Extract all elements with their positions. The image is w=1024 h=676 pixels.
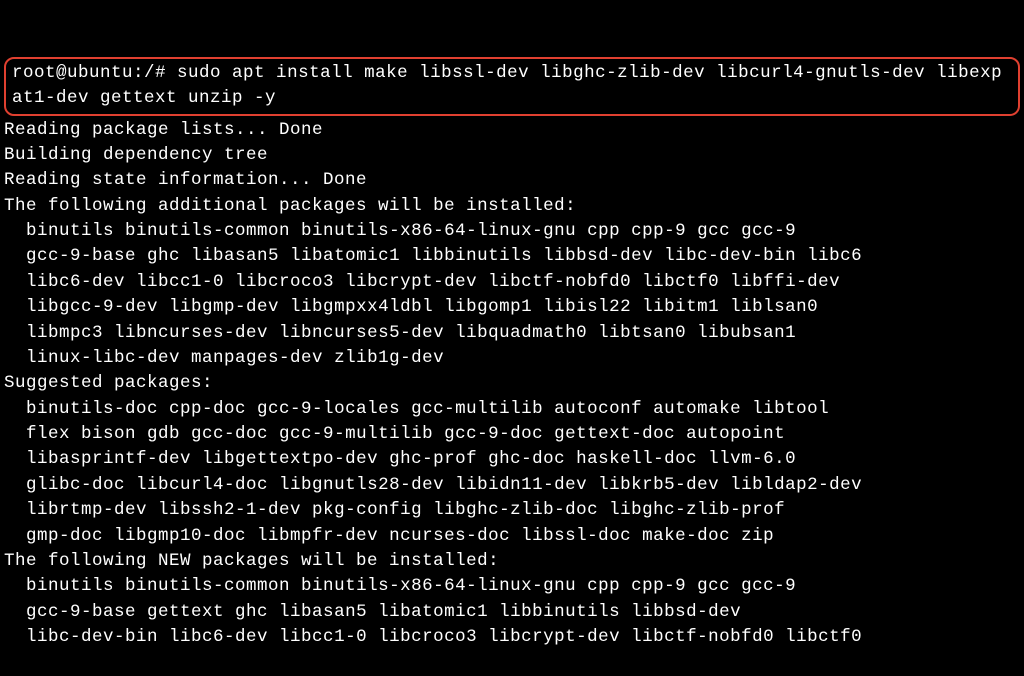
output-line: gcc-9-base ghc libasan5 libatomic1 libbi…: [4, 244, 1020, 269]
output-line: binutils binutils-common binutils-x86-64…: [4, 219, 1020, 244]
output-line: gmp-doc libgmp10-doc libmpfr-dev ncurses…: [4, 524, 1020, 549]
output-line: binutils-doc cpp-doc gcc-9-locales gcc-m…: [4, 397, 1020, 422]
output-line: libc-dev-bin libc6-dev libcc1-0 libcroco…: [4, 625, 1020, 650]
terminal-window[interactable]: root@ubuntu:/# sudo apt install make lib…: [4, 6, 1020, 676]
output-line: libgcc-9-dev libgmp-dev libgmpxx4ldbl li…: [4, 295, 1020, 320]
output-line: Reading package lists... Done: [4, 118, 1020, 143]
output-line: flex bison gdb gcc-doc gcc-9-multilib gc…: [4, 422, 1020, 447]
command-highlight-box: root@ubuntu:/# sudo apt install make lib…: [4, 57, 1020, 116]
output-line: The following additional packages will b…: [4, 194, 1020, 219]
output-line: linux-libc-dev manpages-dev zlib1g-dev: [4, 346, 1020, 371]
output-line: libasprintf-dev libgettextpo-dev ghc-pro…: [4, 447, 1020, 472]
output-line: glibc-doc libcurl4-doc libgnutls28-dev l…: [4, 473, 1020, 498]
output-line: gcc-9-base gettext ghc libasan5 libatomi…: [4, 600, 1020, 625]
output-line: libmpc3 libncurses-dev libncurses5-dev l…: [4, 321, 1020, 346]
output-line: binutils binutils-common binutils-x86-64…: [4, 574, 1020, 599]
shell-prompt: root@ubuntu:/#: [12, 63, 166, 83]
output-line: Building dependency tree: [4, 143, 1020, 168]
output-line: Suggested packages:: [4, 371, 1020, 396]
output-line: Reading state information... Done: [4, 168, 1020, 193]
output-line: librtmp-dev libssh2-1-dev pkg-config lib…: [4, 498, 1020, 523]
output-line: libc6-dev libcc1-0 libcroco3 libcrypt-de…: [4, 270, 1020, 295]
output-line: The following NEW packages will be insta…: [4, 549, 1020, 574]
